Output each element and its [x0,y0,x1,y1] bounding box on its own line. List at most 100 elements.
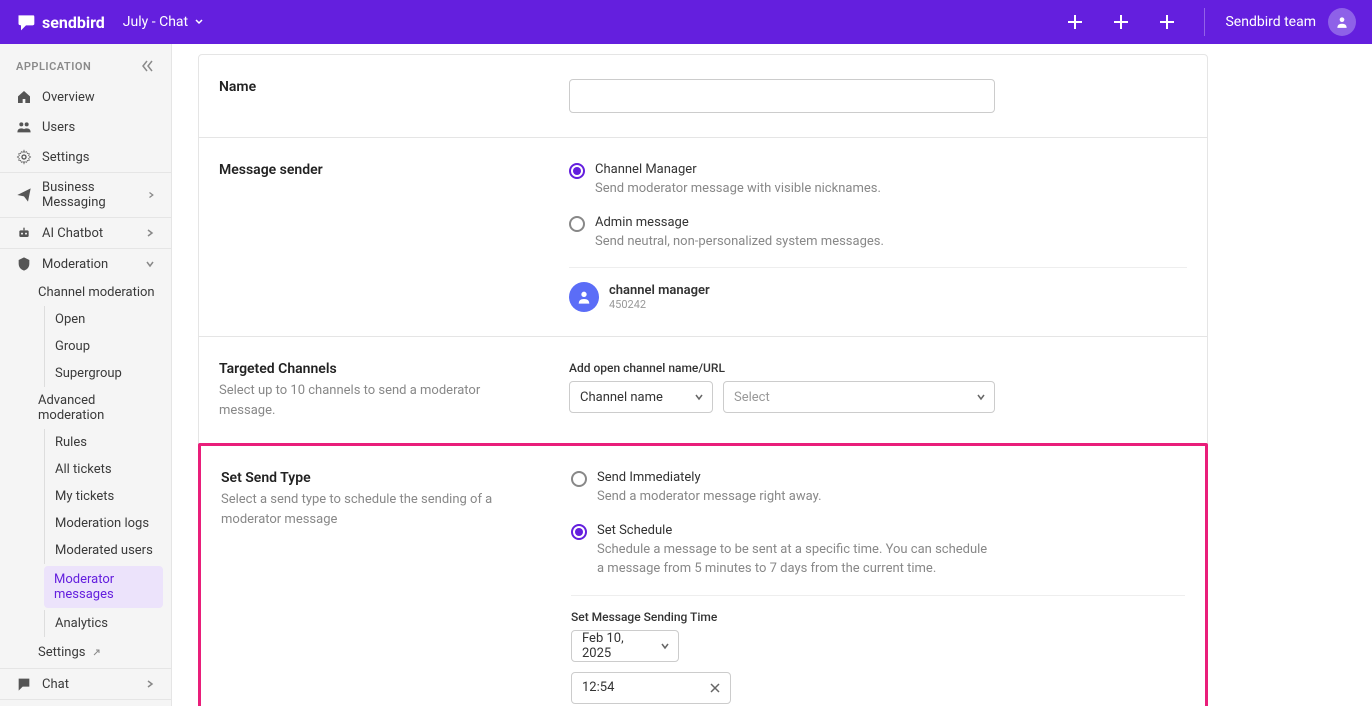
name-input[interactable] [569,79,995,113]
section-label: APPLICATION [16,60,91,73]
robot-icon [16,225,32,241]
sidebar-label: AI Chatbot [42,226,103,241]
sidebar-label: Overview [42,90,95,105]
chevron-down-icon [660,641,670,651]
collapse-icon[interactable] [139,58,155,74]
radio-desc: Send a moderator message right away. [597,487,822,507]
field-label: Set Message Sending Time [571,610,1185,624]
user-id: 450242 [609,298,710,311]
radio-icon [569,216,585,232]
sidebar-label: Business Messaging [42,180,137,210]
sidebar-item-settings[interactable]: Settings [0,142,171,172]
time-input[interactable]: 12:54 [571,672,731,704]
user-avatar [569,282,599,312]
team-section: Sendbird team [1204,8,1356,36]
field-desc: Select up to 10 channels to send a moder… [219,381,519,420]
chevron-down-icon [194,17,204,27]
sendbird-logo[interactable]: sendbird [16,12,105,32]
sidebar-subitem-moderated-users[interactable]: Moderated users [44,537,171,564]
field-label: Add open channel name/URL [569,361,1187,375]
app-switcher[interactable]: July - Chat [123,14,204,30]
select-row: Channel name Select [569,381,1187,413]
radio-title: Admin message [595,215,884,230]
sidebar-subgroup-channel-moderation[interactable]: Channel moderation [0,279,171,306]
radio-text: Channel Manager Send moderator message w… [595,162,881,199]
row-left: Targeted Channels Select up to 10 channe… [219,361,569,420]
brand-text: sendbird [42,13,105,32]
sidebar-item-chat[interactable]: Chat [0,669,171,699]
radio-set-schedule[interactable]: Set Schedule Schedule a message to be se… [571,523,1185,579]
date-select[interactable]: Feb 10, 2025 [571,630,679,662]
row-set-send-type: Set Send Type Select a send type to sche… [198,443,1208,706]
person-icon [576,289,592,305]
header-actions [1066,13,1176,31]
divider [571,595,1185,596]
gear-icon [16,149,32,165]
row-targeted-channels: Targeted Channels Select up to 10 channe… [199,336,1207,444]
sidebar-subitem-moderator-messages[interactable]: Moderator messages [44,566,163,608]
person-icon [1335,15,1349,29]
radio-icon [571,471,587,487]
sidebar-label: Users [42,120,75,135]
row-name: Name [199,55,1207,137]
channel-select[interactable]: Select [723,381,995,413]
radio-text: Send Immediately Send a moderator messag… [597,470,822,507]
form-card: Name Message sender Channel Manager Se [198,54,1208,706]
sidebar-item-overview[interactable]: Overview [0,82,171,112]
radio-icon [571,524,587,540]
header-right: Sendbird team [1066,8,1356,36]
row-message-sender: Message sender Channel Manager Send mode… [199,137,1207,336]
radio-send-immediately[interactable]: Send Immediately Send a moderator messag… [571,470,1185,507]
field-title: Targeted Channels [219,361,569,377]
row-left: Message sender [219,162,569,312]
sidebar: APPLICATION Overview Users Settings Busi… [0,44,172,706]
sidebar-section-header: APPLICATION [0,44,171,82]
sidebar-item-live[interactable]: Live [0,700,171,706]
sidebar-label: Settings [42,150,89,165]
sidebar-item-users[interactable]: Users [0,112,171,142]
radio-admin-message[interactable]: Admin message Send neutral, non-personal… [569,215,1187,252]
sidebar-label: Settings [38,645,85,660]
row-right: Send Immediately Send a moderator messag… [571,470,1185,704]
header-left: sendbird July - Chat [16,12,204,32]
field-title: Name [219,79,569,95]
send-icon [16,187,32,203]
radio-desc: Schedule a message to be sent at a speci… [597,540,997,579]
radio-title: Send Immediately [597,470,822,485]
app-name: July - Chat [123,14,188,30]
sidebar-subitem-all-tickets[interactable]: All tickets [44,456,171,483]
plus-icon[interactable] [1066,13,1084,31]
sidebar-item-ai-chatbot[interactable]: AI Chatbot [0,218,171,248]
layout: APPLICATION Overview Users Settings Busi… [0,44,1372,706]
user-avatar[interactable] [1328,8,1356,36]
sidebar-item-business-messaging[interactable]: Business Messaging [0,173,171,217]
shield-icon [16,256,32,272]
field-title: Message sender [219,162,569,178]
sidebar-moderation-settings[interactable]: Settings [0,637,171,668]
sidebar-subitem-supergroup[interactable]: Supergroup [44,360,171,387]
chevron-down-icon [145,259,155,269]
chevron-right-icon [147,190,155,200]
home-icon [16,89,32,105]
plus-icon[interactable] [1158,13,1176,31]
sidebar-subgroup-advanced-moderation[interactable]: Advanced moderation [0,387,171,429]
sidebar-item-moderation[interactable]: Moderation [0,249,171,279]
channel-type-select[interactable]: Channel name [569,381,713,413]
radio-desc: Send moderator message with visible nick… [595,179,881,199]
team-name[interactable]: Sendbird team [1225,14,1316,30]
sidebar-subitem-moderation-logs[interactable]: Moderation logs [44,510,171,537]
sidebar-subitem-rules[interactable]: Rules [44,429,171,456]
chevron-right-icon [145,679,155,689]
sidebar-subitem-group[interactable]: Group [44,333,171,360]
user-name: channel manager [609,283,710,298]
sidebar-label: Moderation [42,257,108,272]
radio-channel-manager[interactable]: Channel Manager Send moderator message w… [569,162,1187,199]
sidebar-subitem-analytics[interactable]: Analytics [44,610,171,637]
sidebar-subitem-my-tickets[interactable]: My tickets [44,483,171,510]
sidebar-subitem-open[interactable]: Open [44,306,171,333]
row-right: Add open channel name/URL Channel name S… [569,361,1187,420]
chevron-right-icon [145,228,155,238]
close-icon[interactable] [708,681,722,695]
plus-icon[interactable] [1112,13,1130,31]
select-value: Channel name [580,390,663,405]
